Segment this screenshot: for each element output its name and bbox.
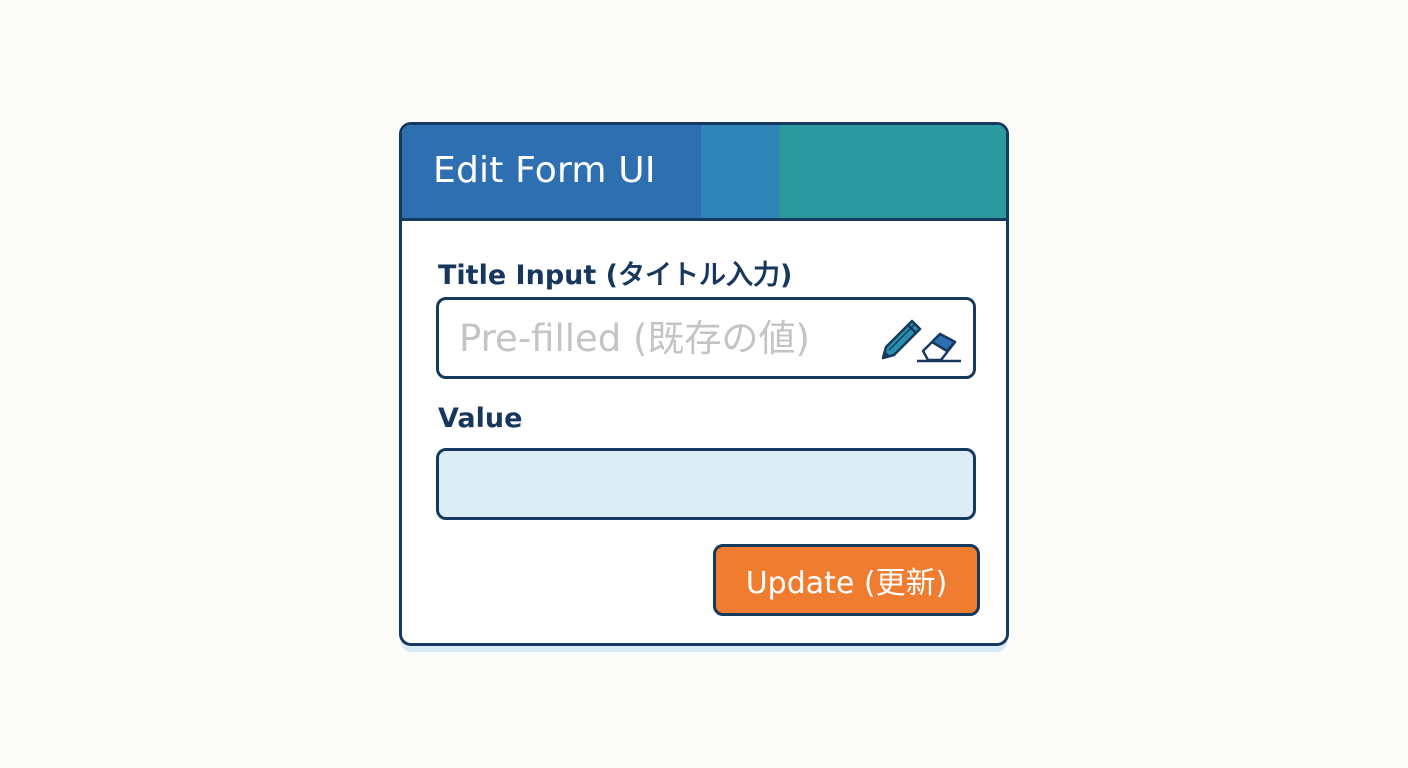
value-input[interactable] <box>439 451 973 517</box>
edit-icons[interactable] <box>877 314 963 364</box>
form-header: Edit Form UI <box>402 125 1006 221</box>
title-input[interactable] <box>439 300 869 376</box>
edit-form-card: Edit Form UI Title Input (タイトル入力) Value <box>399 122 1009 646</box>
value-input-box[interactable] <box>436 448 976 520</box>
title-input-label: Title Input (タイトル入力) <box>438 260 793 291</box>
pencil-icon[interactable] <box>881 319 922 360</box>
value-label: Value <box>438 403 523 434</box>
eraser-icon[interactable] <box>917 332 961 363</box>
form-title: Edit Form UI <box>433 150 656 191</box>
title-input-box[interactable] <box>436 297 976 379</box>
update-button[interactable]: Update (更新) <box>713 544 980 616</box>
